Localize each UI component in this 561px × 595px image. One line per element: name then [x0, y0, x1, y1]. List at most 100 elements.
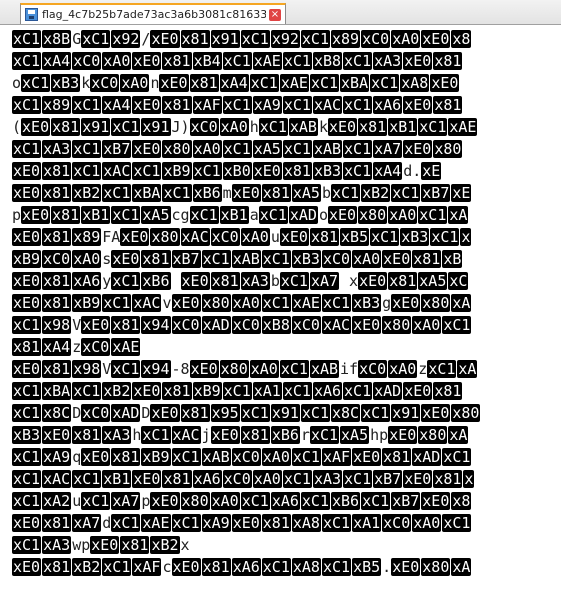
escaped-byte-token: xC1	[102, 184, 132, 202]
escaped-byte-token: xC1	[370, 74, 400, 92]
escaped-byte-token: xE0	[189, 360, 219, 378]
escaped-byte-token: xC1	[222, 140, 252, 158]
escaped-byte-token: xC1	[418, 118, 448, 136]
text-line[interactable]: (xE0 x81 x91 xC1 x91 J)xC0 xA0 hxC1 xAB kxE0 x81 xB…	[12, 116, 561, 138]
escaped-byte-token: xC1	[282, 96, 312, 114]
escaped-byte-token: xA9	[252, 96, 282, 114]
plain-text: s	[102, 250, 112, 268]
escaped-byte-token: xC1	[12, 140, 42, 158]
escaped-byte-token: x80	[451, 404, 481, 422]
escaped-byte-token: xC1	[442, 448, 472, 466]
text-line[interactable]: xE0 x81 x89 FAxE0 x80 xAC xC0 xA0 uxE0 x81 xB5 xC1 x…	[12, 226, 561, 248]
text-editor[interactable]: xC1 x8B GxC1 x92/xE0 x81 x91 xC1 x92 xC1 x89 xC0 xA…	[0, 25, 561, 595]
escaped-byte-token: xC0	[231, 316, 261, 334]
escaped-byte-token: xC1	[261, 558, 291, 576]
escaped-byte-token: xE	[451, 184, 472, 202]
text-line[interactable]: xE0 x81 xB9 xC1 xAC vxE0 x80 xA0 xC1 xAE xC1 xB3 gxE…	[12, 292, 561, 314]
escaped-byte-token: xC1	[300, 492, 330, 510]
escaped-byte-token: xE0	[210, 426, 240, 444]
plain-text: V	[72, 316, 82, 334]
escaped-byte-token: xC1	[111, 118, 141, 136]
escaped-byte-token: xC1	[261, 294, 291, 312]
escaped-byte-token: xC1	[12, 404, 42, 422]
text-line[interactable]: xC1 x8B GxC1 x92/xE0 x81 x91 xC1 x92 xC1 x89 xC0 xA…	[12, 28, 561, 50]
escaped-byte-token: xA1	[252, 382, 282, 400]
escaped-byte-token: xAB	[312, 140, 343, 158]
plain-text: o	[318, 206, 328, 224]
escaped-byte-token: xC1	[370, 228, 400, 246]
plain-text: hp	[370, 426, 389, 444]
escaped-byte-token: xC1	[12, 96, 42, 114]
text-line[interactable]: xB3 xE0 x81 xA3 hxC1 xAC jxE0 x81 xB6 rxC1 xA5 hpxE…	[12, 424, 561, 446]
escaped-byte-token: xAB	[309, 360, 340, 378]
text-line[interactable]: xE0 x81 xA7 dxC1 xAE xC1 xA9 xE0 x81 xA8 xC1 xA1 xC0…	[12, 512, 561, 534]
escaped-byte-token: xB6	[141, 272, 171, 290]
text-line[interactable]: xC1 xAC xC1 xB1 xE0 x81 xA6 xC0 xA0 xC1 xA3 xC1 xB7 x…	[12, 468, 561, 490]
text-line[interactable]: xB9 xC0 xA0 sxE0 x81 xB7 xC1 xAB xC1 xB3 xC0 xA0 xE0…	[12, 248, 561, 270]
escaped-byte-token: xE0	[132, 140, 162, 158]
text-line[interactable]: xE0 x81 xB2 xC1 xAF cxE0 x81 xA6 xC1 xA8 xC1 xB5 .xE…	[12, 556, 561, 578]
plain-text: d.	[403, 162, 422, 180]
tab-bar: flag_4c7b25b7ade73ac3a6b3081c81633fe6 ×	[0, 0, 561, 25]
escaped-byte-token: xA3	[42, 140, 72, 158]
text-line[interactable]: xE0 x81 xA6 yxC1 xB6 xE0 x81 xA3 bxC1 xA7 xxE0 x8…	[12, 270, 561, 292]
escaped-byte-token: xA	[451, 294, 472, 312]
close-icon[interactable]: ×	[269, 8, 281, 21]
escaped-byte-token: xE0	[12, 514, 42, 532]
escaped-byte-token: xE0	[421, 30, 451, 48]
escaped-byte-token: xC1	[171, 514, 201, 532]
escaped-byte-token: x8C	[42, 404, 72, 422]
escaped-byte-token: xC1	[343, 470, 373, 488]
file-tab[interactable]: flag_4c7b25b7ade73ac3a6b3081c81633fe6 ×	[20, 3, 286, 24]
text-line[interactable]: xC1 xA2 uxC1 xA7 pxE0 x80 xA0 xC1 xA6 xC1 xB6 xC1 xB…	[12, 490, 561, 512]
escaped-byte-token: x8	[451, 30, 472, 48]
escaped-byte-token: xE0	[391, 294, 421, 312]
escaped-byte-token: x81	[240, 426, 270, 444]
text-line[interactable]: xC1 xBA xC1 xB2 xE0 x81 xB9 xC1 xA1 xC1 xA6 xC1 xAD x…	[12, 380, 561, 402]
escaped-byte-token: xA0	[249, 360, 279, 378]
escaped-byte-token: xBA	[340, 74, 370, 92]
plain-text: u	[72, 492, 82, 510]
escaped-byte-token: x81	[162, 96, 192, 114]
escaped-byte-token: xA0	[412, 514, 442, 532]
escaped-byte-token: xB3	[312, 162, 343, 180]
escaped-byte-token: xC1	[309, 74, 340, 92]
text-line[interactable]: pxE0 x81 xB1 xC1 xA5 cgxC1 xB1 axC1 xAD oxE0 x80 xA…	[12, 204, 561, 226]
escaped-byte-token: xB9	[141, 448, 171, 466]
escaped-byte-token: xA6	[72, 272, 102, 290]
escaped-byte-token: xC1	[111, 272, 141, 290]
text-line[interactable]: xE0 x81 x98 VxC1 x94 -8xE0 x80 xA0 xC1 xAB ifxC0 xA…	[12, 358, 561, 380]
plain-text: V	[102, 360, 112, 378]
escaped-byte-token: x80	[358, 206, 388, 224]
escaped-byte-token: xA6	[231, 558, 261, 576]
text-line[interactable]: xC1 x98 VxE0 x81 x94 xC0 xAD xC0 xB8 xC0 xAC xE0 x80…	[12, 314, 561, 336]
escaped-byte-token: xC1	[279, 272, 309, 290]
text-line[interactable]: xE0 x81 xB2 xC1 xBA xC1 xB6 mxE0 x81 xA5 bxC1 xB2 xC…	[12, 182, 561, 204]
escaped-byte-token: xA	[457, 360, 478, 378]
escaped-byte-token: xB7	[373, 470, 403, 488]
escaped-byte-token: xAD	[111, 404, 141, 422]
escaped-byte-token: xE0	[42, 426, 72, 444]
text-line[interactable]: xC1 xA9 qxE0 x81 xB9 xC1 xAB xC0 xA0 xC1 xAF xE0 x81…	[12, 446, 561, 468]
escaped-byte-token: xC1	[282, 52, 312, 70]
escaped-byte-token: x81	[309, 228, 340, 246]
text-line[interactable]: xC1 xA4 xC0 xA0 xE0 x81 xB4 xC1 xAE xC1 xB8 xC1 xA3 x…	[12, 50, 561, 72]
escaped-byte-token: xA0	[231, 294, 261, 312]
escaped-byte-token: xC	[448, 272, 469, 290]
escaped-byte-token: xE0	[12, 162, 42, 180]
text-line[interactable]: oxC1 xB3 kxC0 xA0 nxE0 x81 xA4 xC1 xAE xC1 xBA xC1 x…	[12, 72, 561, 94]
escaped-byte-token: xE0	[12, 294, 42, 312]
text-line[interactable]: x81 xA4 zxC0 xAE	[12, 336, 561, 358]
plain-text: k	[81, 74, 91, 92]
text-line[interactable]: xC1 xA3 wpxE0 x81 xB2 x	[12, 534, 561, 556]
text-line[interactable]: xE0 x81 xC1 xAC xC1 xB9 xC1 xB0 xE0 x81 xB3 xC1 xA4 d…	[12, 160, 561, 182]
escaped-byte-token: xE0	[430, 74, 460, 92]
escaped-byte-token: x81	[433, 96, 463, 114]
text-line[interactable]: xC1 xA3 xC1 xB7 xE0 x80 xA0 xC1 xA5 xC1 xAB xC1 xA7 x…	[12, 138, 561, 160]
escaped-byte-token: xC1	[132, 162, 162, 180]
escaped-byte-token: xA6	[373, 96, 403, 114]
escaped-byte-token: xC0	[81, 338, 111, 356]
text-line[interactable]: xC1 x8C DxC0 xAD DxE0 x81 x95 xC1 x91 xC1 x8C xC1 x9…	[12, 402, 561, 424]
escaped-byte-token: xA0	[120, 74, 150, 92]
text-line[interactable]: xC1 x89 xC1 xA4 xE0 x81 xAF xC1 xA9 xC1 xAC xC1 xA6 x…	[12, 94, 561, 116]
